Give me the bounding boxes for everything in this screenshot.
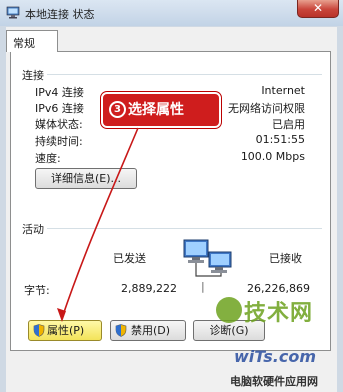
received-label: 已接收 — [269, 252, 302, 265]
step-text: 选择属性 — [128, 102, 184, 118]
media-state-value: 已启用 — [272, 118, 305, 131]
bytes-label: 字节: — [24, 284, 50, 297]
ipv6-label: IPv6 连接 — [35, 102, 84, 115]
connection-divider — [47, 74, 322, 75]
activity-divider — [47, 228, 322, 229]
activity-group-label: 活动 — [22, 223, 44, 236]
watermark-main-text: 技术网 — [244, 301, 314, 326]
properties-button[interactable]: 属性(P) — [28, 320, 102, 341]
title-bar[interactable]: 本地连接 状态 ✕ — [0, 0, 343, 26]
speed-value: 100.0 Mbps — [240, 150, 305, 163]
watermark-site: wiTs.com — [234, 347, 317, 366]
details-button[interactable]: 详细信息(E)... — [35, 168, 137, 189]
ipv4-value: Internet — [261, 84, 305, 97]
properties-button-label: 属性(P) — [47, 324, 85, 337]
bytes-sent-value: 2,889,222 — [121, 282, 177, 295]
network-icon — [6, 6, 20, 19]
duration-value: 01:51:55 — [255, 133, 305, 146]
watermark-badge-icon — [216, 297, 242, 323]
duration-label: 持续时间: — [35, 135, 83, 148]
sent-label: 已发送 — [113, 252, 146, 265]
speed-label: 速度: — [35, 152, 61, 165]
watermark-logo: 技术网 wiTs.com 电脑软硬件应用网 — [216, 295, 340, 390]
window-title: 本地连接 状态 — [25, 8, 95, 21]
uac-shield-icon — [33, 324, 45, 337]
step-annotation: 3 选择属性 — [101, 92, 221, 128]
connection-group-label: 连接 — [22, 69, 44, 82]
status-dialog: 本地连接 状态 ✕ 常规 连接 IPv4 连接 Internet IPv6 连接… — [0, 0, 343, 392]
watermark-subtitle: 电脑软硬件应用网 — [230, 375, 318, 388]
close-button[interactable]: ✕ — [297, 0, 339, 18]
bytes-received-value: 26,226,869 — [247, 282, 310, 295]
media-state-label: 媒体状态: — [35, 118, 83, 131]
computers-network-icon — [183, 239, 232, 277]
ipv6-value: 无网络访问权限 — [228, 102, 305, 115]
uac-shield-icon — [115, 324, 127, 337]
ipv4-label: IPv4 连接 — [35, 86, 84, 99]
tab-general[interactable]: 常规 — [6, 30, 58, 52]
disable-button[interactable]: 禁用(D) — [110, 320, 186, 341]
disable-button-label: 禁用(D) — [131, 324, 171, 337]
step-number: 3 — [109, 101, 126, 118]
activity-separator: | — [201, 280, 205, 293]
